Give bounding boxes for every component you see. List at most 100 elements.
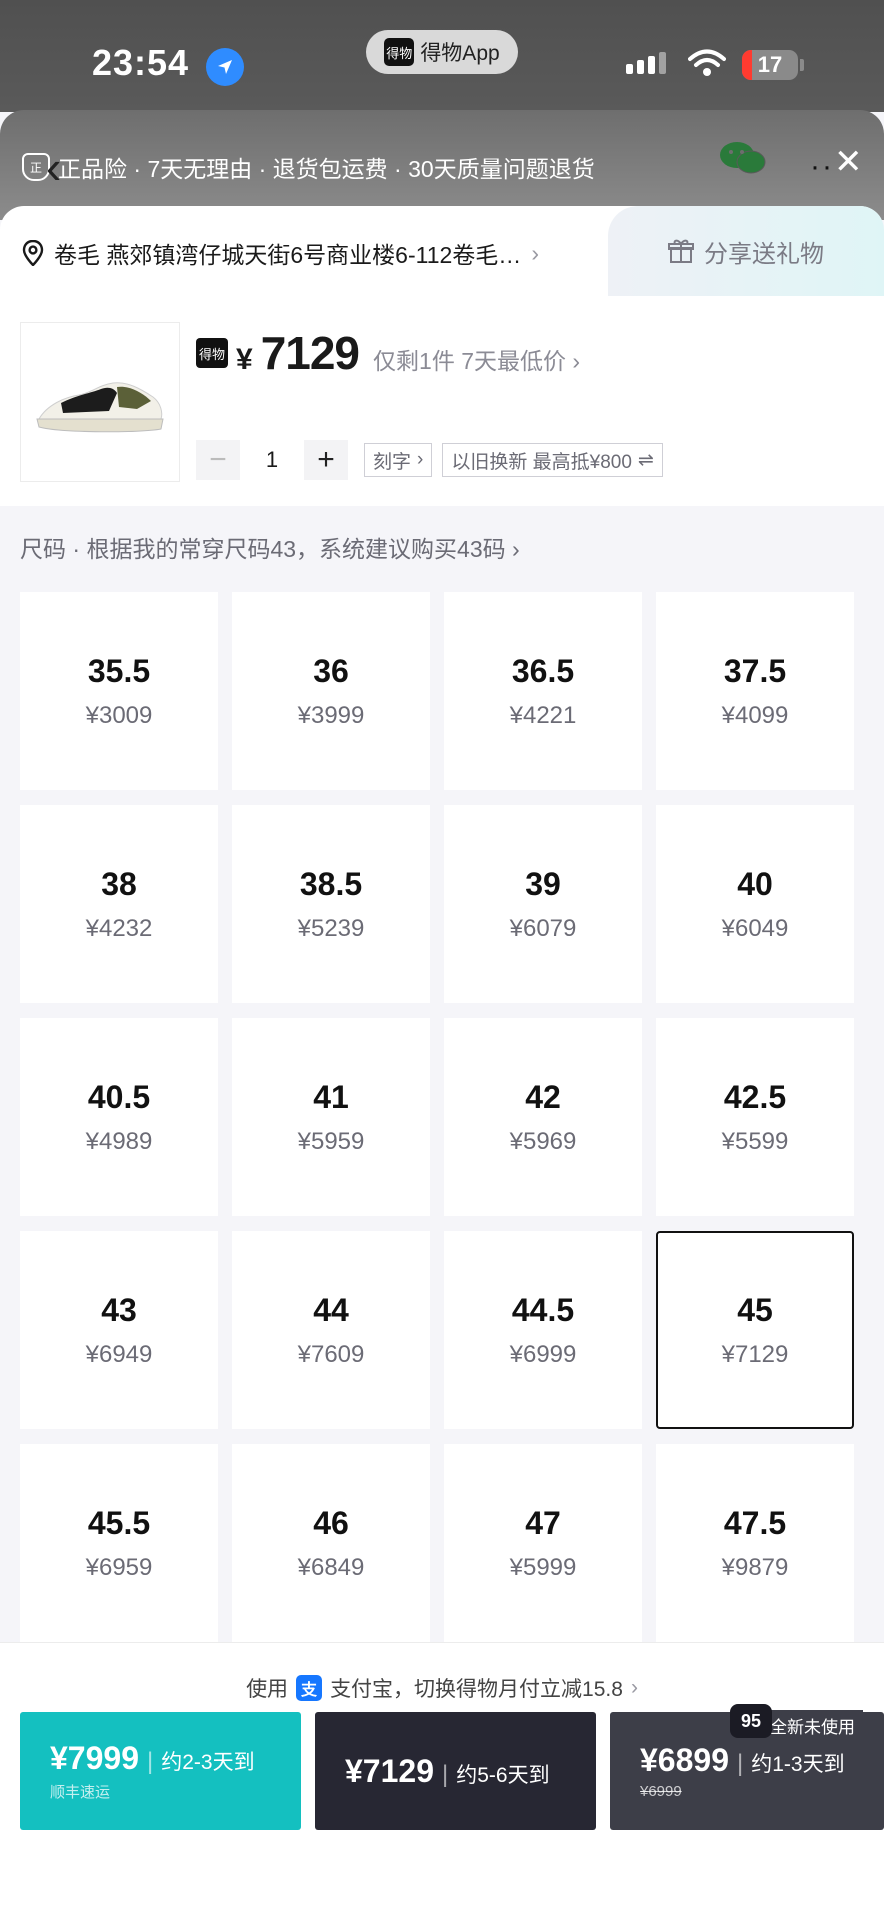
- size-price: ¥6949: [85, 1340, 153, 1368]
- cellular-signal-icon: [626, 52, 666, 74]
- size-price: ¥5599: [721, 1127, 789, 1155]
- price-note-text: 仅剩1件 7天最低价: [373, 348, 567, 374]
- size-label: 47: [525, 1504, 561, 1541]
- option-price: ¥7129: [345, 1752, 434, 1789]
- increase-button[interactable]: +: [304, 440, 348, 480]
- size-label: 35.5: [87, 652, 151, 689]
- chevron-right-icon: ›: [531, 239, 539, 266]
- size-price: ¥6849: [297, 1553, 365, 1581]
- share-label: 分享送礼物: [704, 240, 824, 268]
- size-price: ¥5239: [297, 914, 365, 942]
- size-option-44[interactable]: 44 ¥7609: [232, 1231, 430, 1429]
- option-eta: 约2-3天到: [161, 1751, 255, 1774]
- buy-option-standard[interactable]: ¥7129 | 约5-6天到: [315, 1712, 596, 1830]
- alipay-promo[interactable]: 使用 支 支付宝，切换得物月付立减15.8 ›: [0, 1673, 884, 1703]
- alipay-icon: 支: [296, 1675, 323, 1701]
- more-icon[interactable]: ··: [810, 150, 834, 184]
- size-option-41[interactable]: 41 ¥5959: [232, 1018, 430, 1216]
- size-option-38[interactable]: 38 ¥4232: [20, 805, 218, 1003]
- size-option-42[interactable]: 42 ¥5969: [444, 1018, 642, 1216]
- close-icon[interactable]: ✕: [834, 142, 863, 182]
- size-price: ¥9879: [721, 1553, 789, 1581]
- alipay-prefix: 使用: [246, 1678, 289, 1701]
- size-option-40[interactable]: 40 ¥6049: [656, 805, 854, 1003]
- size-label: 44: [313, 1291, 349, 1328]
- size-recommendation[interactable]: 尺码 · 根据我的常穿尺码43，系统建议购买43码 ›: [20, 530, 520, 564]
- size-price: ¥5959: [297, 1127, 365, 1155]
- quantity-stepper: − 1 + 刻字 › 以旧换新 最高抵¥800 ⇌: [196, 440, 663, 480]
- size-price: ¥6999: [509, 1340, 577, 1368]
- size-option-38-5[interactable]: 38.5 ¥5239: [232, 805, 430, 1003]
- size-label: 47.5: [723, 1504, 787, 1541]
- size-label: 39: [525, 865, 561, 902]
- wechat-icon[interactable]: [718, 140, 768, 181]
- buy-option-express[interactable]: ¥7999 | 约2-3天到 顺丰速运: [20, 1712, 301, 1830]
- product-image: [20, 322, 180, 482]
- battery-level: 17: [757, 52, 783, 77]
- quantity-value: 1: [265, 447, 279, 472]
- size-option-40-5[interactable]: 40.5 ¥4989: [20, 1018, 218, 1216]
- tradein-button[interactable]: 以旧换新 最高抵¥800 ⇌: [442, 443, 663, 477]
- status-time: 23:54: [92, 42, 190, 83]
- status-bar: 23:54 得物 得物App 17: [0, 0, 884, 112]
- guarantee-row[interactable]: 正 正品险 · 7天无理由 · 退货包运费 · 30天质量问题退货: [22, 150, 595, 184]
- size-option-35-5[interactable]: 35.5 ¥3009: [20, 592, 218, 790]
- size-option-42-5[interactable]: 42.5 ¥5599: [656, 1018, 854, 1216]
- back-chevron-icon[interactable]: ‹: [46, 140, 61, 194]
- option-price: ¥7999: [50, 1740, 139, 1776]
- option-sub: 顺丰速运: [50, 1784, 111, 1801]
- wifi-icon: [688, 48, 726, 83]
- app-pill-label: 得物App: [420, 42, 500, 65]
- option-eta: 约1-3天到: [751, 1753, 845, 1776]
- size-label: 42: [525, 1078, 561, 1115]
- size-label: 46: [313, 1504, 349, 1541]
- size-label: 36.5: [511, 652, 575, 689]
- size-option-36[interactable]: 36 ¥3999: [232, 592, 430, 790]
- chevron-right-icon: ›: [417, 449, 424, 470]
- engrave-label: 刻字: [373, 451, 412, 473]
- size-option-36-5[interactable]: 36.5 ¥4221: [444, 592, 642, 790]
- size-price: ¥3999: [297, 701, 365, 729]
- engrave-button[interactable]: 刻字 ›: [364, 443, 433, 477]
- size-option-37-5[interactable]: 37.5 ¥4099: [656, 592, 854, 790]
- size-price: ¥5969: [509, 1127, 577, 1155]
- size-price: ¥6959: [85, 1553, 153, 1581]
- size-price: ¥7609: [297, 1340, 365, 1368]
- gift-icon: [668, 239, 694, 263]
- size-label: 40: [737, 865, 773, 902]
- size-option-47-5[interactable]: 47.5 ¥9879: [656, 1444, 854, 1642]
- size-label: 42.5: [723, 1078, 787, 1115]
- tradein-label: 以旧换新 最高抵¥800: [451, 451, 632, 473]
- size-label: 37.5: [723, 652, 787, 689]
- size-option-43[interactable]: 43 ¥6949: [20, 1231, 218, 1429]
- size-price: ¥7129: [721, 1340, 789, 1368]
- size-option-45[interactable]: 45 ¥7129: [656, 1231, 854, 1429]
- size-label: 43: [101, 1291, 137, 1328]
- size-label: 45.5: [87, 1504, 151, 1541]
- size-option-39[interactable]: 39 ¥6079: [444, 805, 642, 1003]
- size-price: ¥4989: [85, 1127, 153, 1155]
- address-row[interactable]: 卷毛 燕郊镇湾仔城天街6号商业楼6-112卷毛… ›: [22, 236, 539, 270]
- size-option-44-5[interactable]: 44.5 ¥6999: [444, 1231, 642, 1429]
- price-note[interactable]: 仅剩1件 7天最低价 ›: [373, 342, 580, 376]
- size-label: 38.5: [299, 865, 363, 902]
- battery-tip: [800, 59, 804, 71]
- size-label: 40.5: [87, 1078, 151, 1115]
- size-label: 44.5: [511, 1291, 575, 1328]
- size-grid: 35.5 ¥3009 36 ¥3999 36.5 ¥4221 37.5 ¥4099 38 ¥423…: [20, 592, 858, 1642]
- battery-icon: 17: [742, 50, 798, 80]
- size-label: 45: [737, 1291, 773, 1328]
- address-text: 卷毛 燕郊镇湾仔城天街6号商业楼6-112卷毛…: [54, 242, 522, 268]
- share-gift-button[interactable]: 分享送礼物: [608, 206, 884, 296]
- currency-symbol: ¥: [236, 343, 253, 376]
- product-price: 7129: [260, 327, 360, 379]
- size-option-47[interactable]: 47 ¥5999: [444, 1444, 642, 1642]
- size-option-46[interactable]: 46 ¥6849: [232, 1444, 430, 1642]
- decrease-button[interactable]: −: [196, 440, 240, 480]
- swap-icon: ⇌: [637, 449, 654, 471]
- size-option-45-5[interactable]: 45.5 ¥6959: [20, 1444, 218, 1642]
- size-label: 36: [313, 652, 349, 689]
- size-label: 41: [313, 1078, 349, 1115]
- app-pill[interactable]: 得物 得物App: [366, 30, 518, 74]
- chevron-right-icon: ›: [512, 536, 520, 562]
